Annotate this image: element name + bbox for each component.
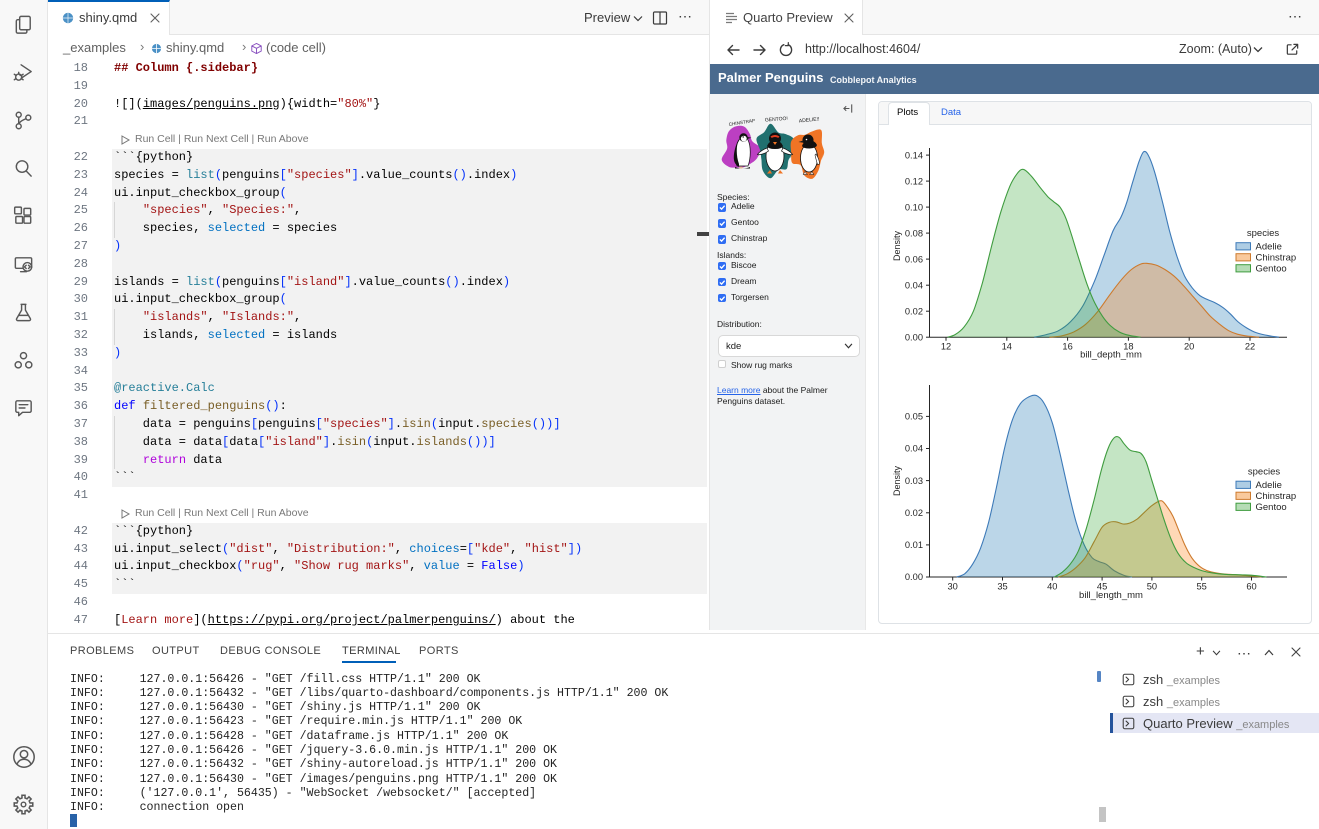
svg-text:GENTOO!: GENTOO! [765, 116, 788, 124]
svg-text:ADELIE!!: ADELIE!! [799, 116, 820, 124]
svg-text:CHINSTRAP: CHINSTRAP [728, 118, 755, 127]
